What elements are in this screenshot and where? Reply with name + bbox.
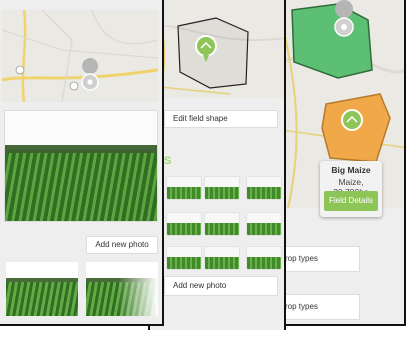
photo-thumbnail[interactable] (6, 262, 78, 316)
crop-types-label: rop types (285, 302, 318, 311)
edit-field-shape-button[interactable]: Edit field shape (164, 110, 278, 128)
field-photo[interactable] (4, 110, 158, 222)
photo-thumbnail[interactable] (166, 212, 202, 236)
field-shape-map[interactable] (150, 0, 284, 98)
photo-thumbnail[interactable] (246, 176, 282, 200)
crop-types-row-2[interactable]: rop types (274, 294, 360, 320)
photo-thumbnail[interactable] (246, 246, 282, 270)
add-new-photo-button[interactable]: Add new photo (86, 236, 158, 254)
photo-thumbnail[interactable] (86, 262, 158, 316)
photo-thumbnail[interactable] (204, 246, 240, 270)
photo-thumbnail[interactable] (166, 246, 202, 270)
field-location-map[interactable] (2, 10, 158, 102)
map-canvas (2, 10, 158, 102)
photo-thumbnail[interactable] (246, 212, 282, 236)
field-photos-screen: Add new photo (0, 0, 164, 326)
crop-types-label: rop types (285, 254, 318, 263)
map-canvas (150, 0, 284, 98)
crop-types-row-1[interactable]: rop types (274, 246, 360, 272)
add-new-photo-button[interactable]: Add new photo (164, 276, 278, 296)
route-shield-icon (69, 81, 79, 91)
photo-thumbnail[interactable] (204, 212, 240, 236)
map-pin-green-icon (341, 109, 363, 131)
route-shield-icon (15, 65, 25, 75)
photo-thumbnail[interactable] (204, 176, 240, 200)
section-heading: S (164, 155, 172, 167)
photo-thumbnail[interactable] (166, 176, 202, 200)
page-background (0, 330, 406, 342)
popup-field-name: Big Maize (331, 165, 371, 175)
field-details-button[interactable]: Field Details (324, 191, 378, 211)
field-popup: Big Maize Maize, 20.700ha Field Details (320, 161, 382, 217)
